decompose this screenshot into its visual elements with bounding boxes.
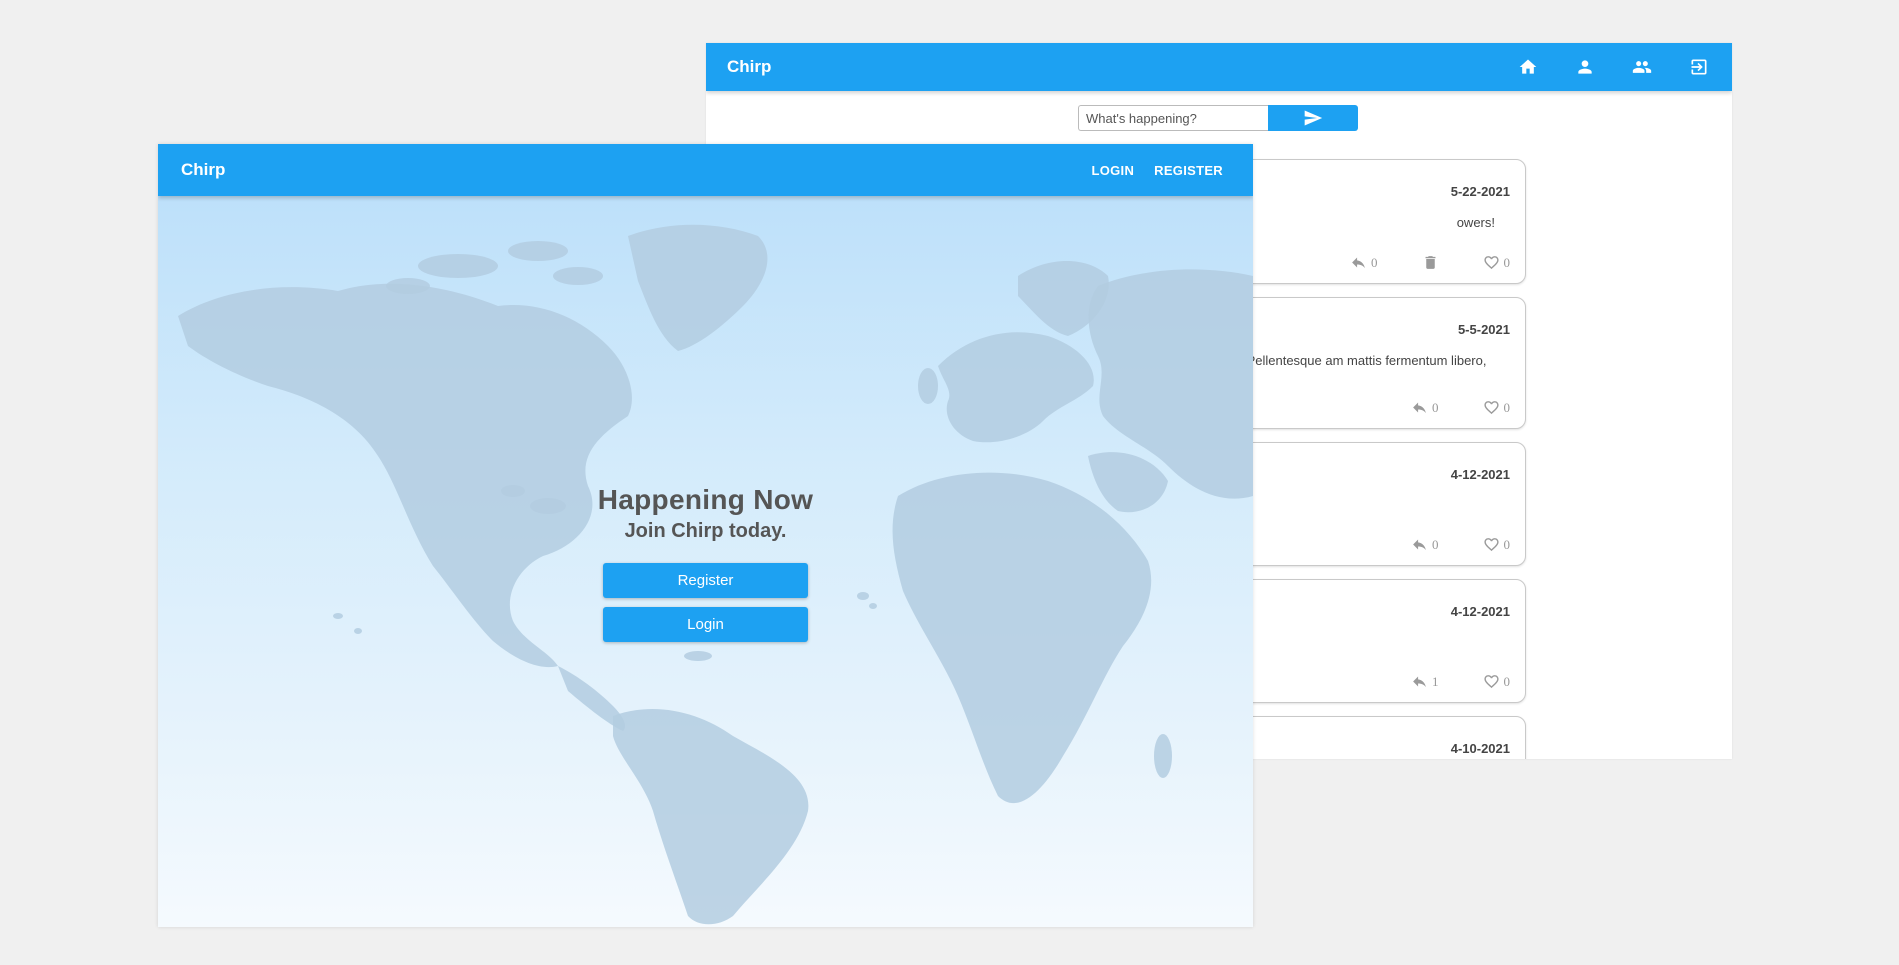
delete-action[interactable] <box>1422 254 1439 271</box>
reply-icon <box>1352 257 1365 269</box>
landing-app-bar: Chirp LOGIN REGISTER <box>158 144 1253 196</box>
hero-buttons: Register Login <box>603 563 808 642</box>
feed-app-bar: Chirp <box>706 43 1732 91</box>
reply-icon <box>1413 676 1426 688</box>
reply-action[interactable]: 0 <box>1350 254 1378 271</box>
heart-icon <box>1483 256 1499 270</box>
feed-nav-icons <box>1517 56 1710 78</box>
like-count: 0 <box>1503 400 1511 415</box>
register-button[interactable]: Register <box>603 563 808 598</box>
login-button[interactable]: Login <box>603 607 808 642</box>
compose-input[interactable] <box>1078 105 1268 131</box>
post-date: 4-12-2021 <box>1450 467 1510 482</box>
logout-icon[interactable] <box>1688 56 1710 78</box>
reply-count: 1 <box>1432 674 1439 689</box>
heart-icon <box>1483 538 1499 552</box>
like-action[interactable]: 0 <box>1483 399 1511 416</box>
hero-subtitle: Join Chirp today. <box>624 520 787 542</box>
post-actions: 1 0 <box>1411 673 1510 690</box>
reply-count: 0 <box>1432 537 1439 552</box>
people-icon[interactable] <box>1631 56 1653 78</box>
feed-brand-logo[interactable]: Chirp <box>727 57 771 77</box>
nav-login-link[interactable]: LOGIN <box>1091 163 1134 178</box>
like-action[interactable]: 0 <box>1483 673 1511 690</box>
reply-icon <box>1413 539 1426 551</box>
post-actions: 0 0 <box>1350 254 1510 271</box>
post-date: 4-10-2021 <box>1450 741 1510 756</box>
person-icon[interactable] <box>1574 56 1596 78</box>
send-icon <box>1304 110 1323 126</box>
hero-section: Happening Now Join Chirp today. Register… <box>158 484 1253 642</box>
landing-nav: LOGIN REGISTER <box>1091 163 1223 178</box>
post-date: 5-22-2021 <box>1450 184 1510 199</box>
reply-count: 0 <box>1371 255 1378 270</box>
post-date: 5-5-2021 <box>1457 322 1510 337</box>
like-action[interactable]: 0 <box>1483 536 1511 553</box>
reply-count: 0 <box>1432 400 1439 415</box>
post-actions: 0 0 <box>1411 399 1510 416</box>
post-date: 4-12-2021 <box>1450 604 1510 619</box>
send-button[interactable] <box>1268 105 1358 131</box>
post-actions: 0 0 <box>1411 536 1510 553</box>
nav-register-link[interactable]: REGISTER <box>1154 163 1223 178</box>
like-action[interactable]: 0 <box>1483 254 1511 271</box>
hero-title: Happening Now <box>597 484 814 515</box>
landing-window: Chirp LOGIN REGISTER Happening Now Join … <box>158 144 1253 927</box>
trash-icon <box>1425 256 1435 269</box>
reply-action[interactable]: 1 <box>1411 673 1439 690</box>
heart-icon <box>1483 401 1499 415</box>
like-count: 0 <box>1503 255 1511 270</box>
landing-brand-logo[interactable]: Chirp <box>181 160 225 180</box>
like-count: 0 <box>1503 674 1511 689</box>
reply-icon <box>1413 402 1426 414</box>
home-icon[interactable] <box>1517 56 1539 78</box>
reply-action[interactable]: 0 <box>1411 399 1439 416</box>
compose-bar <box>1078 105 1358 131</box>
heart-icon <box>1483 675 1499 689</box>
like-count: 0 <box>1503 537 1511 552</box>
reply-action[interactable]: 0 <box>1411 536 1439 553</box>
